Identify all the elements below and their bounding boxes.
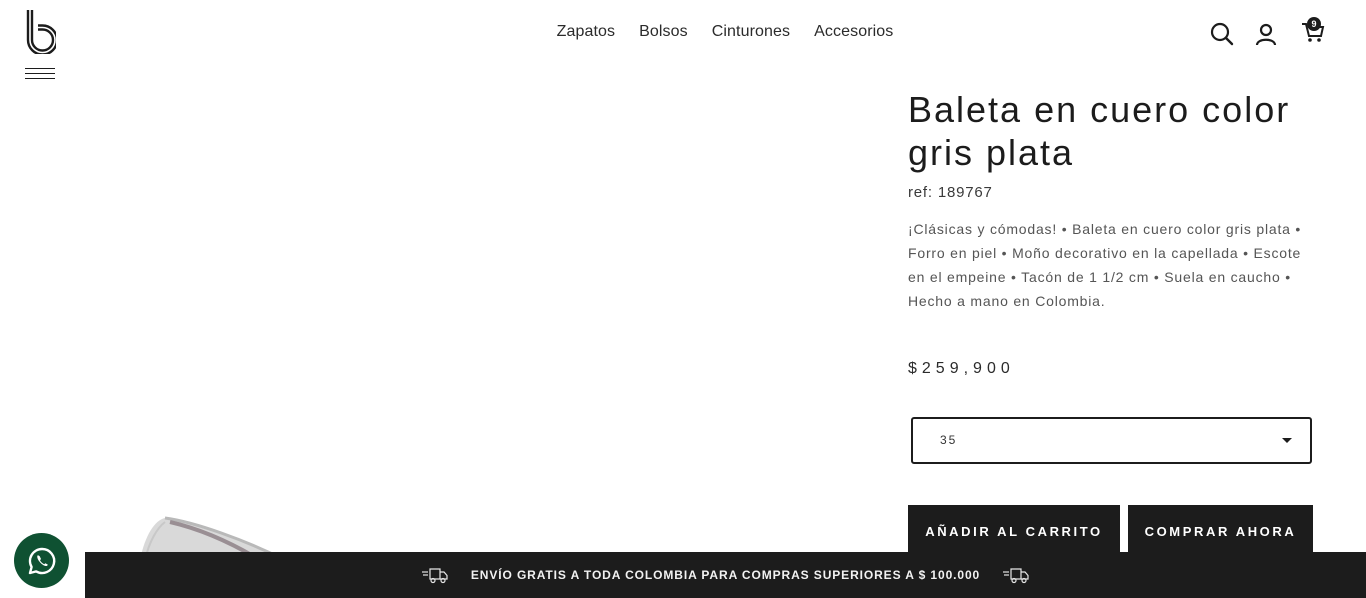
hamburger-menu-icon[interactable] (25, 68, 55, 84)
add-to-cart-button[interactable]: AÑADIR AL CARRITO (908, 505, 1120, 559)
product-image (140, 516, 286, 560)
buy-now-button[interactable]: COMPRAR AHORA (1128, 505, 1313, 559)
size-select[interactable]: 35 (911, 417, 1312, 464)
chevron-down-icon (1282, 438, 1292, 443)
product-title: Baleta en cuero color gris plata (908, 89, 1291, 173)
product-reference: ref: 189767 (908, 184, 993, 201)
product-price: $259,900 (908, 360, 1015, 377)
product-page: Zapatos Bolsos Cinturones Accesorios 9 B… (0, 0, 1366, 598)
free-shipping-banner: ENVÍO GRATIS A TODA COLOMBIA PARA COMPRA… (85, 552, 1366, 598)
delivery-truck-icon (421, 568, 448, 584)
product-description: ¡Clásicas y cómodas! • Baleta en cuero c… (908, 221, 1302, 309)
banner-text: ENVÍO GRATIS A TODA COLOMBIA PARA COMPRA… (470, 568, 981, 582)
nav-item-accesorios[interactable]: Accesorios (814, 23, 893, 41)
delivery-truck-icon (1003, 568, 1029, 584)
search-icon[interactable] (1208, 20, 1236, 48)
cart-count-badge: 9 (1307, 17, 1321, 31)
user-icon[interactable] (1252, 20, 1280, 48)
whatsapp-icon (28, 547, 55, 574)
whatsapp-button[interactable] (14, 533, 69, 588)
main-nav: Zapatos Bolsos Cinturones Accesorios (0, 23, 1366, 41)
size-select-value: 35 (940, 433, 958, 447)
nav-item-cinturones[interactable]: Cinturones (712, 23, 790, 41)
nav-item-zapatos[interactable]: Zapatos (557, 23, 616, 41)
product-info: Baleta en cuero color gris plata ref: 18… (908, 88, 1328, 313)
nav-item-bolsos[interactable]: Bolsos (639, 23, 688, 41)
